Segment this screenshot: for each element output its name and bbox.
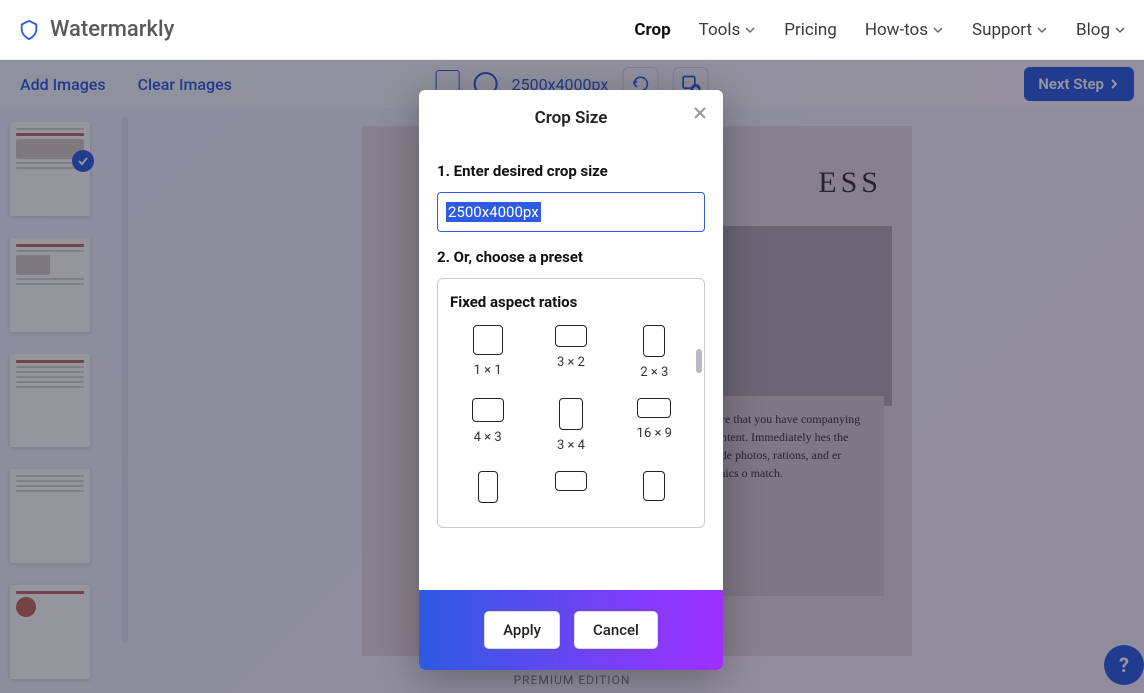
nav-tools[interactable]: Tools	[699, 20, 757, 40]
apply-button[interactable]: Apply	[484, 611, 560, 649]
chevron-down-icon	[744, 24, 756, 36]
nav-crop[interactable]: Crop	[634, 20, 670, 40]
preset-4x3[interactable]: 4 × 3	[450, 398, 525, 453]
shield-icon	[18, 19, 40, 41]
preset-item[interactable]	[450, 471, 525, 503]
main-nav: Crop Tools Pricing How-tos Support Blog	[634, 20, 1126, 40]
close-icon	[691, 104, 709, 122]
modal-footer: Apply Cancel	[419, 590, 723, 670]
chevron-down-icon	[932, 24, 944, 36]
app-header: Watermarkly Crop Tools Pricing How-tos S…	[0, 0, 1144, 60]
preset-container: Fixed aspect ratios 1 × 1 3 × 2 2 × 3 4 …	[437, 278, 705, 528]
modal-header: Crop Size	[419, 90, 723, 146]
crop-size-input[interactable]: 2500x4000px	[437, 192, 705, 232]
nav-pricing[interactable]: Pricing	[784, 20, 837, 40]
modal-body: 1. Enter desired crop size 2500x4000px 2…	[419, 146, 723, 590]
preset-scrollbar[interactable]	[696, 349, 702, 373]
preset-3x2[interactable]: 3 × 2	[533, 325, 608, 380]
chevron-down-icon	[1036, 24, 1048, 36]
preset-16x9[interactable]: 16 × 9	[617, 398, 692, 453]
step2-label: 2. Or, choose a preset	[437, 248, 705, 266]
chevron-down-icon	[1114, 24, 1126, 36]
close-button[interactable]	[691, 104, 709, 126]
modal-title: Crop Size	[535, 108, 608, 128]
preset-3x4[interactable]: 3 × 4	[533, 398, 608, 453]
preset-item[interactable]	[617, 471, 692, 503]
nav-blog[interactable]: Blog	[1076, 20, 1126, 40]
logo-area[interactable]: Watermarkly	[18, 17, 174, 42]
brand-name: Watermarkly	[50, 17, 174, 42]
preset-item[interactable]	[533, 471, 608, 503]
preset-grid: 1 × 1 3 × 2 2 × 3 4 × 3 3 × 4 16 × 9	[450, 325, 692, 503]
nav-support[interactable]: Support	[972, 20, 1048, 40]
preset-1x1[interactable]: 1 × 1	[450, 325, 525, 380]
nav-howtos[interactable]: How-tos	[865, 20, 944, 40]
step1-label: 1. Enter desired crop size	[437, 162, 705, 180]
preset-title: Fixed aspect ratios	[450, 293, 692, 311]
cancel-button[interactable]: Cancel	[574, 611, 658, 649]
preset-2x3[interactable]: 2 × 3	[617, 325, 692, 380]
crop-size-modal: Crop Size 1. Enter desired crop size 250…	[419, 90, 723, 670]
